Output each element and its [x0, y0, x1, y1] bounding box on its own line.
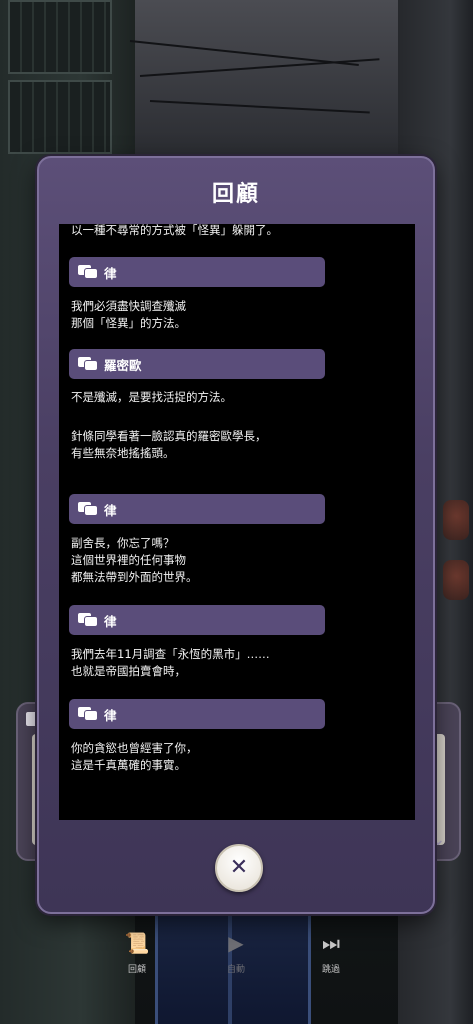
lantern [443, 500, 469, 540]
skip-icon: ⏭ [322, 931, 340, 955]
scroll-icon: 📜 [124, 931, 150, 955]
lantern [443, 560, 469, 600]
speaker-bar: 律 [69, 699, 325, 729]
play-icon: ▶ [228, 931, 244, 955]
log-line: 你的貪慾也曾經害了你， [71, 741, 198, 755]
speech-bubble-icon [78, 357, 98, 371]
log-line: 這是千真萬確的事實。 [71, 758, 186, 772]
speech-bubble-icon [78, 613, 98, 627]
speaker-bar: 羅密歐 [69, 349, 325, 379]
log-line: 也就是帝國拍賣會時， [71, 664, 186, 678]
log-line: 有些無奈地搖搖頭。 [71, 446, 175, 460]
speaker-name: 律 [104, 707, 117, 723]
log-line: 以一種不尋常的方式被「怪異」躲開了。 [71, 224, 278, 237]
auto-button[interactable]: ▶ 自動 [216, 930, 256, 975]
log-line: 我們去年11月調查「永恆的黑市」…… [71, 647, 270, 661]
alley-sky [135, 0, 398, 160]
review-label: 回顧 [127, 965, 146, 975]
speaker-name: 律 [104, 502, 117, 518]
review-button[interactable]: 📜 回顧 [117, 930, 157, 975]
backlog-dialog: 回顧 以一種不尋常的方式被「怪異」躲開了。律我們必須盡快調查殲滅 那個「怪異」的方… [37, 156, 435, 914]
speech-bubble-icon [78, 707, 98, 721]
speaker-bar: 律 [69, 494, 325, 524]
log-line: 這個世界裡的任何事物 [71, 553, 186, 567]
speaker-bar: 律 [69, 605, 325, 635]
speaker-name: 羅密歐 [104, 357, 142, 373]
skip-button[interactable]: ⏭ 跳過 [311, 930, 351, 975]
speech-bubble-icon [78, 265, 98, 279]
log-line: 都無法帶到外面的世界。 [71, 570, 198, 584]
speech-bubble-icon [78, 502, 98, 516]
log-line: 我們必須盡快調查殲滅 [71, 299, 186, 313]
speaker-name: 律 [104, 613, 117, 629]
auto-label: 自動 [226, 965, 245, 975]
log-line: 副舍長，你忘了嗎？ [71, 536, 175, 550]
dialog-title: 回顧 [211, 182, 260, 207]
close-button[interactable]: ✕ [215, 844, 263, 892]
log-line: 不是殲滅，是要找活捉的方法。 [71, 390, 232, 404]
log-line: 針條同學看著一臉認真的羅密歐學長， [71, 429, 267, 443]
building-window [8, 0, 112, 74]
close-x-icon: ✕ [229, 855, 249, 880]
speaker-name: 律 [104, 265, 117, 281]
backlog-list[interactable]: 以一種不尋常的方式被「怪異」躲開了。律我們必須盡快調查殲滅 那個「怪異」的方法。羅… [59, 224, 415, 820]
building-window [8, 80, 112, 154]
speaker-bar: 律 [69, 257, 325, 287]
log-line: 那個「怪異」的方法。 [71, 316, 186, 330]
backlog-content: 以一種不尋常的方式被「怪異」躲開了。律我們必須盡快調查殲滅 那個「怪異」的方法。羅… [59, 224, 415, 774]
skip-label: 跳過 [321, 965, 340, 975]
